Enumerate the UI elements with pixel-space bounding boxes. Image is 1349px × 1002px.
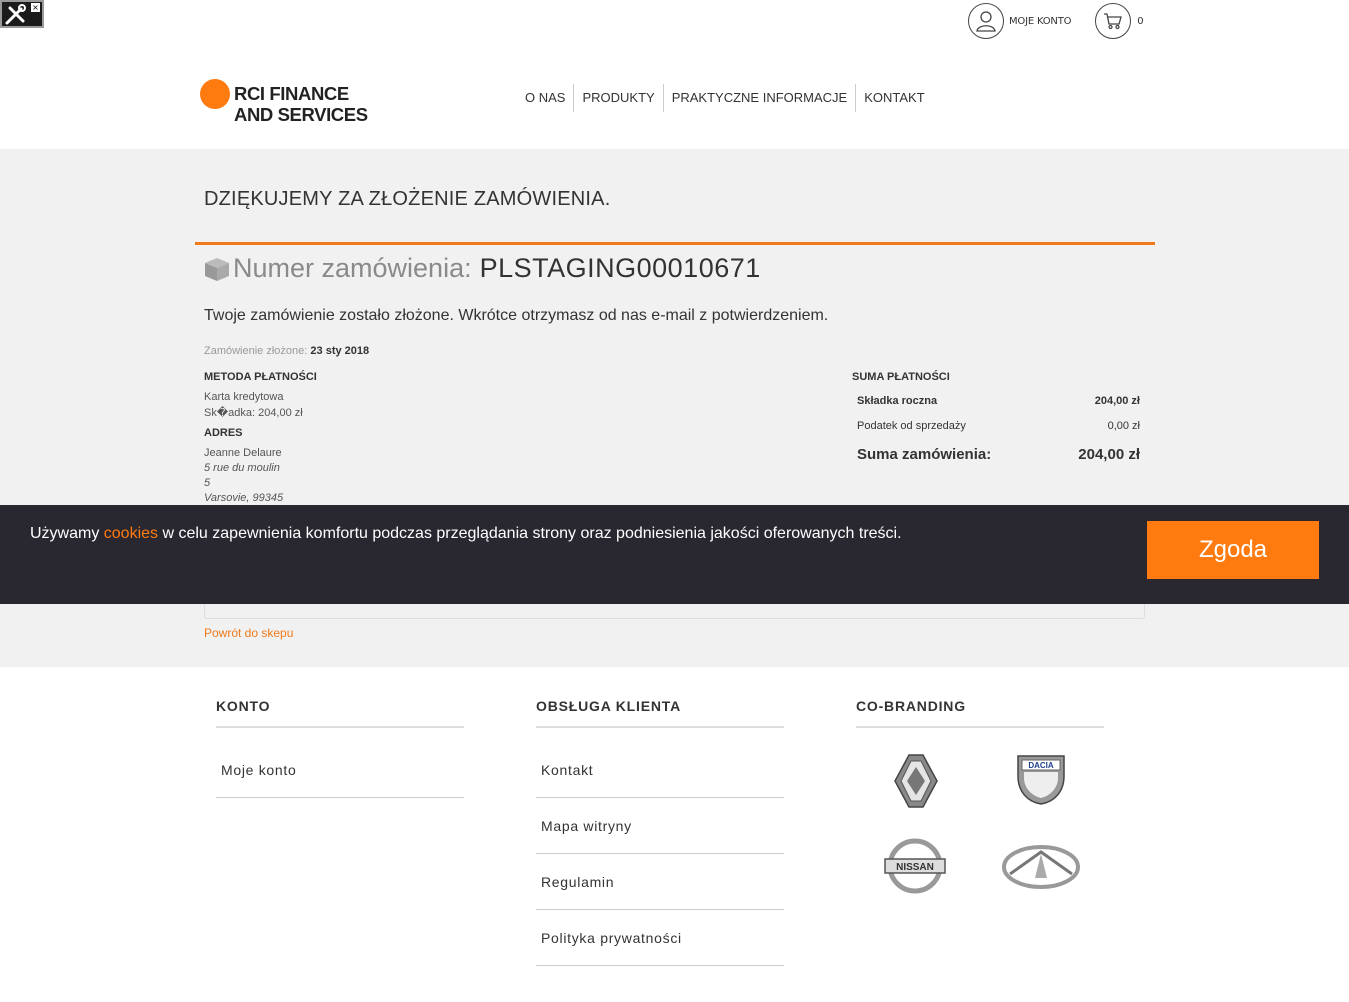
footer-link-moje-konto[interactable]: Moje konto — [216, 742, 464, 798]
nav-item-praktyczne-informacje[interactable]: PRAKTYCZNE INFORMACJE — [662, 84, 856, 112]
dacia-text: DACIA — [1028, 761, 1054, 770]
footer-link-mapa-witryny[interactable]: Mapa witryny — [536, 798, 784, 854]
cookies-link[interactable]: cookies — [104, 525, 158, 542]
cart-count: 0 — [1137, 15, 1144, 27]
nav-item-produkty[interactable]: PRODUKTY — [573, 84, 662, 112]
user-icon[interactable] — [968, 3, 1004, 39]
order-number: Numer zamówienia: PLSTAGING00010671 — [203, 253, 761, 284]
order-placed-date: 23 sty 2018 — [310, 345, 370, 357]
cookie-text: Używamy cookies w celu zapewnienia komfo… — [30, 525, 902, 542]
summary-title: SUMA PŁATNOŚCI — [852, 371, 950, 383]
close-icon[interactable]: × — [31, 3, 40, 12]
divider — [195, 242, 1155, 245]
back-to-shop-link[interactable]: Powrót do skepu — [204, 626, 293, 640]
address-title: ADRES — [204, 427, 243, 439]
footer-service-title: OBSŁUGA KLIENTA — [536, 698, 784, 728]
renault-logo[interactable] — [893, 753, 939, 809]
order-placed-label: Zamówienie złożone: — [204, 345, 308, 357]
nav-item-o-nas[interactable]: O NAS — [517, 84, 573, 112]
order-box-border — [204, 603, 1145, 619]
footer-link-polityka[interactable]: Polityka prywatności — [536, 910, 784, 966]
payment-method: Karta kredytowa — [204, 391, 284, 403]
address-number: 5 — [204, 477, 211, 489]
tools-widget[interactable]: × — [0, 0, 44, 28]
tools-icon — [5, 4, 26, 25]
cookie-banner: Używamy cookies w celu zapewnienia komfo… — [0, 505, 1349, 604]
main-nav: O NAS PRODUKTY PRAKTYCZNE INFORMACJE KON… — [517, 84, 933, 112]
order-message: Twoje zamówienie zostało złożone. Wkrótc… — [204, 307, 829, 324]
footer-link-regulamin[interactable]: Regulamin — [536, 854, 784, 910]
footer-customer-service: OBSŁUGA KLIENTA Kontakt Mapa witryny Reg… — [536, 698, 784, 966]
logo-line1: RCI FINANCE — [234, 83, 349, 104]
footer-cobranding: CO-BRANDING — [856, 698, 1104, 728]
logo-dot-icon — [200, 79, 230, 109]
footer-account-title: KONTO — [216, 698, 464, 728]
cookie-accept-button[interactable]: Zgoda — [1147, 521, 1319, 579]
cart-icon[interactable] — [1095, 3, 1132, 39]
address-street: 5 rue du moulin — [204, 462, 280, 474]
address-city: Varsovie, 99345 — [204, 492, 284, 504]
footer-account: KONTO Moje konto — [216, 698, 464, 798]
summary-row: Składka roczna 204,00 zł — [857, 395, 1140, 407]
package-icon — [205, 257, 229, 281]
summary-row: Podatek od sprzedaży 0,00 zł — [857, 420, 1140, 432]
nav-item-kontakt[interactable]: KONTAKT — [855, 84, 932, 112]
header-top-links: MOJE KONTO 0 — [968, 3, 1144, 39]
address-name: Jeanne Delaure — [204, 447, 282, 459]
nissan-logo[interactable]: NISSAN — [883, 838, 947, 894]
account-link[interactable]: MOJE KONTO — [1009, 16, 1071, 27]
site-logo[interactable]: RCI FINANCE AND SERVICES — [200, 79, 368, 125]
payment-amount: Sk�adka: 204,00 zł — [204, 407, 303, 419]
page-title: DZIĘKUJEMY ZA ZŁOŻENIE ZAMÓWIENIA. — [204, 188, 611, 210]
infiniti-logo[interactable] — [1002, 844, 1080, 890]
nissan-text: NISSAN — [896, 862, 934, 873]
payment-title: METODA PŁATNOŚCI — [204, 371, 317, 383]
order-number-value: PLSTAGING00010671 — [479, 253, 761, 283]
order-number-label: Numer zamówienia: — [233, 253, 472, 283]
dacia-logo[interactable]: DACIA — [1014, 754, 1068, 806]
order-placed: Zamówienie złożone: 23 sty 2018 — [204, 345, 369, 357]
footer-link-kontakt[interactable]: Kontakt — [536, 742, 784, 798]
summary-total: Suma zamówienia: 204,00 zł — [857, 446, 1140, 463]
logo-line2: AND SERVICES — [234, 104, 368, 125]
footer-cobranding-title: CO-BRANDING — [856, 698, 1104, 728]
cart-link[interactable]: 0 — [1095, 3, 1144, 39]
